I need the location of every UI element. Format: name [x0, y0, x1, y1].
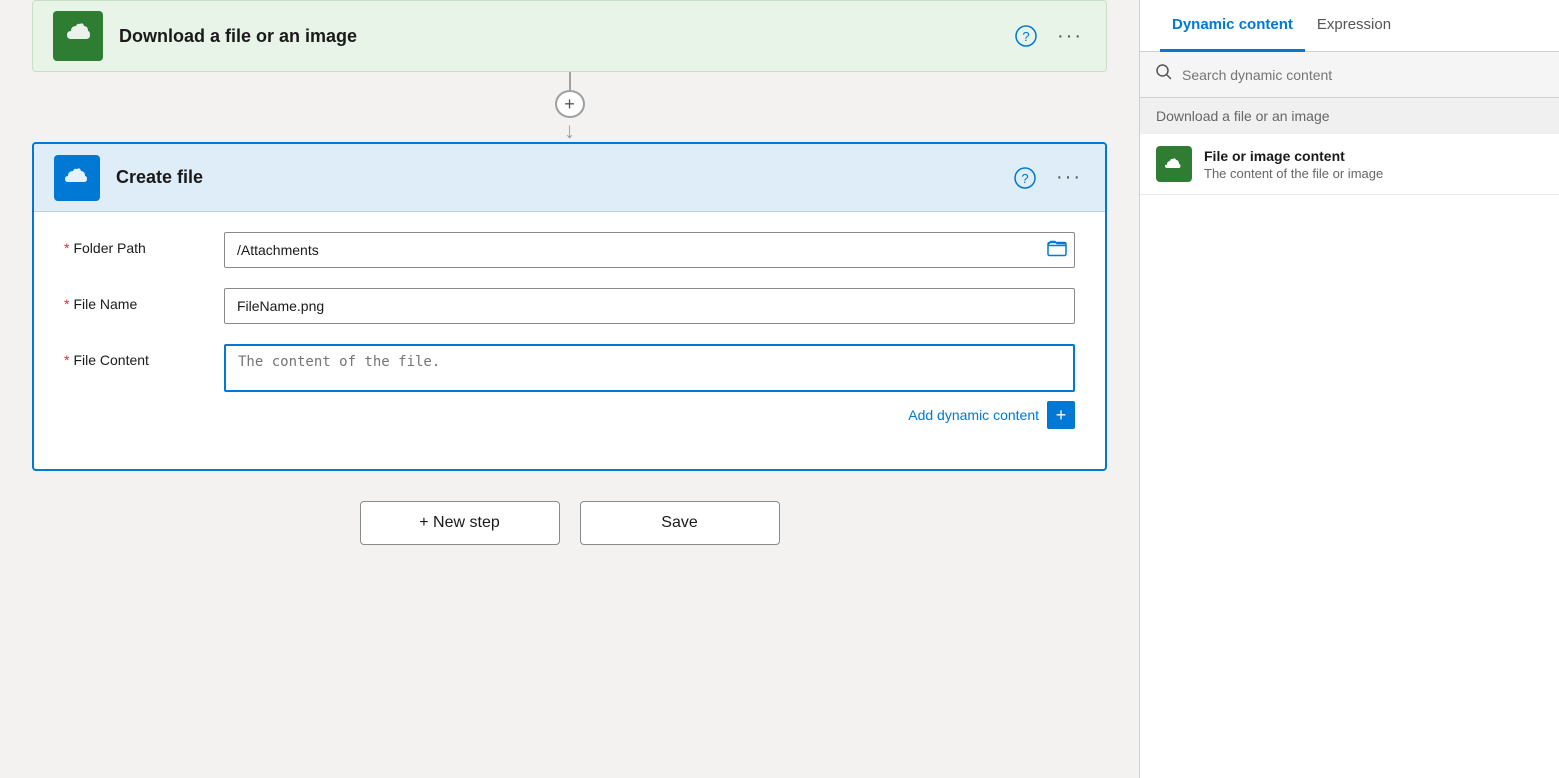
folder-path-required: *: [64, 240, 69, 256]
create-file-actions: ? ···: [1009, 162, 1085, 194]
file-name-row: * File Name: [64, 288, 1075, 324]
folder-browse-button[interactable]: [1047, 239, 1067, 262]
tab-expression[interactable]: Expression: [1305, 0, 1403, 52]
add-dynamic-content-link[interactable]: Add dynamic content: [908, 407, 1039, 423]
add-dynamic-row: Add dynamic content +: [224, 401, 1075, 429]
file-name-required: *: [64, 296, 69, 312]
save-button[interactable]: Save: [580, 501, 780, 545]
connector-arrow: ↓: [564, 120, 575, 142]
create-file-title: Create file: [116, 167, 1009, 188]
main-canvas: Download a file or an image ? ··· + ↓: [0, 0, 1139, 778]
right-panel: Dynamic content Expression Download a fi…: [1139, 0, 1559, 778]
dynamic-item-subtitle: The content of the file or image: [1204, 166, 1383, 181]
download-step-card: Download a file or an image ? ···: [32, 0, 1107, 72]
file-content-label: * File Content: [64, 344, 224, 368]
download-step-title: Download a file or an image: [119, 26, 1010, 47]
folder-path-input-wrap: [224, 232, 1075, 268]
dynamic-item-title: File or image content: [1204, 148, 1383, 164]
svg-text:?: ?: [1021, 171, 1028, 186]
file-content-required: *: [64, 352, 69, 368]
create-file-body: * Folder Path *: [34, 212, 1105, 469]
folder-path-label: * Folder Path: [64, 232, 224, 256]
connector-line-top: [569, 72, 571, 90]
new-step-button[interactable]: + New step: [360, 501, 560, 545]
step-connector: + ↓: [555, 72, 585, 142]
bottom-actions: + New step Save: [360, 501, 780, 545]
download-step-icon: [53, 11, 103, 61]
download-help-button[interactable]: ?: [1010, 20, 1042, 52]
add-step-button[interactable]: +: [555, 90, 585, 118]
dynamic-content-item[interactable]: File or image content The content of the…: [1140, 134, 1559, 195]
create-file-help-button[interactable]: ?: [1009, 162, 1041, 194]
download-step-actions: ? ···: [1010, 20, 1086, 52]
folder-path-row: * Folder Path: [64, 232, 1075, 268]
file-content-input[interactable]: [224, 344, 1075, 392]
create-file-step-card: Create file ? ··· * Folder Path: [32, 142, 1107, 471]
folder-path-input[interactable]: [224, 232, 1075, 268]
file-name-label: * File Name: [64, 288, 224, 312]
dynamic-item-text: File or image content The content of the…: [1204, 148, 1383, 181]
panel-tabs: Dynamic content Expression: [1140, 0, 1559, 52]
download-more-button[interactable]: ···: [1054, 20, 1086, 52]
create-file-more-button[interactable]: ···: [1053, 162, 1085, 194]
create-file-header: Create file ? ···: [34, 144, 1105, 212]
file-name-input[interactable]: [224, 288, 1075, 324]
file-content-wrap: Add dynamic content +: [224, 344, 1075, 429]
svg-text:?: ?: [1022, 29, 1029, 44]
search-icon: [1156, 64, 1172, 85]
create-file-icon: [54, 155, 100, 201]
add-dynamic-content-button[interactable]: +: [1047, 401, 1075, 429]
dynamic-item-icon: [1156, 146, 1192, 182]
search-input[interactable]: [1182, 67, 1543, 83]
panel-search: [1140, 52, 1559, 98]
file-content-row: * File Content Add dynamic content +: [64, 344, 1075, 429]
tab-dynamic-content[interactable]: Dynamic content: [1160, 0, 1305, 52]
panel-section-title: Download a file or an image: [1140, 98, 1559, 134]
